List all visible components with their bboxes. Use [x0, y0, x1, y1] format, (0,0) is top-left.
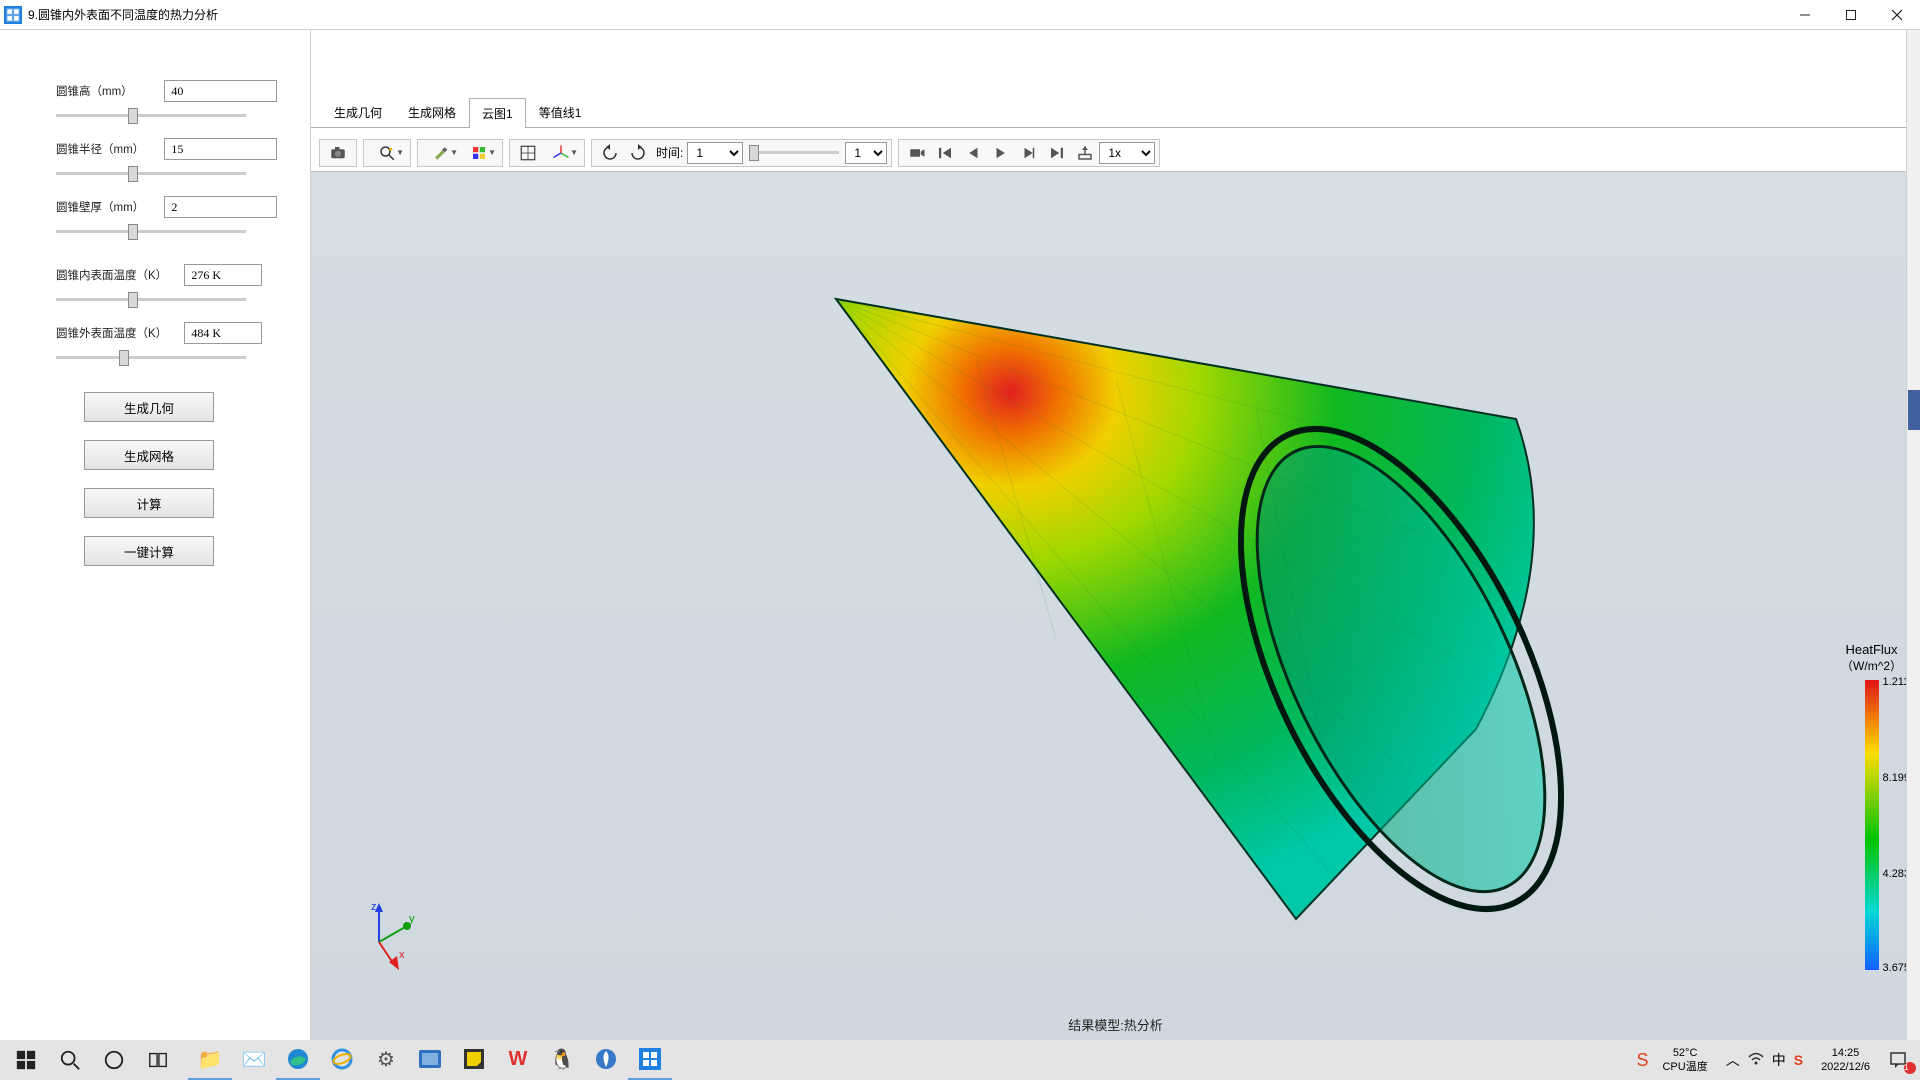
export-icon[interactable]	[1071, 141, 1099, 165]
legend-unit: （W/m^2）	[1841, 657, 1902, 674]
rotate-ccw-icon[interactable]	[596, 141, 624, 165]
taskbar-edge[interactable]	[276, 1040, 320, 1080]
taskbar-sim-app[interactable]	[628, 1040, 672, 1080]
outer-temp-label: 圆锥外表面温度（K）	[56, 325, 181, 341]
last-frame-icon[interactable]	[1043, 141, 1071, 165]
search-button[interactable]	[48, 1040, 92, 1080]
taskbar-wps[interactable]: W	[496, 1040, 540, 1080]
app-icon	[4, 6, 22, 24]
legend-colorbar: 1.211e+08 8.199e+07 4.283e+07 3.675e+06	[1865, 680, 1879, 970]
windows-taskbar: 📁 ✉️ ⚙ W 🐧 S 52°C CPU温度 ︿ 中 S 14:25 2022…	[0, 1040, 1920, 1080]
compute-button[interactable]: 计算	[84, 488, 214, 518]
color-legend: HeatFlux （W/m^2） 1.211e+08 8.199e+07 4.2…	[1841, 642, 1902, 970]
param-inner-temp: 圆锥内表面温度（K）	[56, 264, 290, 304]
outer-temp-input[interactable]	[184, 322, 262, 344]
step-spinner[interactable]: 1	[845, 142, 887, 164]
tray-cpu-temp[interactable]: 52°C CPU温度	[1652, 1046, 1717, 1074]
parameter-panel: 圆锥高（mm） 圆锥半径（mm） 圆锥壁厚（mm） 圆锥内表面温度（K） 圆锥外…	[0, 30, 310, 1040]
legend-title: HeatFlux	[1841, 642, 1902, 657]
svg-text:z: z	[371, 901, 377, 913]
wall-thickness-slider[interactable]	[56, 230, 246, 233]
speed-select[interactable]: 1x	[1099, 142, 1155, 164]
taskbar-mail[interactable]: ✉️	[232, 1040, 276, 1080]
tab-geometry[interactable]: 生成几何	[321, 97, 395, 127]
time-slider[interactable]	[749, 151, 839, 154]
tray-sogou2-icon[interactable]: S	[1794, 1052, 1803, 1068]
taskbar-security[interactable]	[408, 1040, 452, 1080]
inner-temp-slider[interactable]	[56, 298, 246, 301]
viewport-3d[interactable]: z y x 结果模型:热分析 HeatFlux （W/m^2） 1.211e+0…	[311, 172, 1920, 1040]
zoom-icon[interactable]: ▼	[368, 141, 406, 165]
rotate-cw-icon[interactable]	[624, 141, 652, 165]
cone-height-slider[interactable]	[56, 114, 246, 117]
cone-render	[656, 239, 1576, 939]
axis-triad-icon: z y x	[351, 900, 421, 970]
tray-chevron-up-icon[interactable]: ︿	[1726, 1050, 1740, 1070]
param-cone-radius: 圆锥半径（mm）	[56, 138, 290, 178]
title-bar: 9.圆锥内外表面不同温度的热力分析	[0, 0, 1920, 30]
action-center-button[interactable]: 1	[1880, 1040, 1916, 1080]
tab-mesh[interactable]: 生成网格	[395, 97, 469, 127]
task-view-button[interactable]	[136, 1040, 180, 1080]
time-label: 时间:	[656, 144, 683, 161]
taskbar-sticky[interactable]	[452, 1040, 496, 1080]
prev-frame-icon[interactable]	[959, 141, 987, 165]
taskbar-qq[interactable]: 🐧	[540, 1040, 584, 1080]
cone-radius-slider[interactable]	[56, 172, 246, 175]
axis-view-icon[interactable]: ▼	[542, 141, 580, 165]
generate-geometry-button[interactable]: 生成几何	[84, 392, 214, 422]
outer-temp-slider[interactable]	[56, 356, 246, 359]
wall-thickness-label: 圆锥壁厚（mm）	[56, 199, 161, 215]
svg-text:x: x	[399, 949, 405, 961]
svg-text:y: y	[409, 913, 415, 925]
first-frame-icon[interactable]	[931, 141, 959, 165]
inner-temp-label: 圆锥内表面温度（K）	[56, 267, 181, 283]
vertical-scrollbar[interactable]	[1906, 30, 1920, 1040]
param-outer-temp: 圆锥外表面温度（K）	[56, 322, 290, 362]
close-button[interactable]	[1874, 0, 1920, 30]
color-cube-icon[interactable]: ▼	[460, 141, 498, 165]
brush-icon[interactable]: ▼	[422, 141, 460, 165]
generate-mesh-button[interactable]: 生成网格	[84, 440, 214, 470]
tab-contour[interactable]: 等值线1	[526, 97, 595, 127]
wall-thickness-input[interactable]	[164, 196, 277, 218]
tray-ime-icon[interactable]: 中	[1772, 1050, 1786, 1070]
cone-radius-label: 圆锥半径（mm）	[56, 141, 161, 157]
tray-icons: ︿ 中 S	[1718, 1050, 1811, 1070]
taskbar-browser[interactable]	[584, 1040, 628, 1080]
taskbar-settings[interactable]: ⚙	[364, 1040, 408, 1080]
cone-height-input[interactable]	[164, 80, 277, 102]
maximize-button[interactable]	[1828, 0, 1874, 30]
tray-wifi-icon[interactable]	[1748, 1052, 1764, 1069]
start-button[interactable]	[4, 1040, 48, 1080]
camera-icon[interactable]	[324, 141, 352, 165]
tray-clock[interactable]: 14:25 2022/12/6	[1811, 1046, 1880, 1074]
param-wall-thickness: 圆锥壁厚（mm）	[56, 196, 290, 236]
taskbar-file-explorer[interactable]: 📁	[188, 1040, 232, 1080]
scrollbar-thumb[interactable]	[1908, 390, 1920, 430]
record-icon[interactable]	[903, 141, 931, 165]
play-icon[interactable]	[987, 141, 1015, 165]
result-area: 生成几何 生成网格 云图1 等值线1 ▼ ▼	[310, 30, 1920, 1040]
time-select[interactable]: 1	[687, 142, 743, 164]
viewport-toolbar: ▼ ▼ ▼ ▼	[311, 134, 1920, 172]
next-frame-icon[interactable]	[1015, 141, 1043, 165]
tray-sogou-icon[interactable]: S	[1636, 1050, 1648, 1071]
window-title: 9.圆锥内外表面不同温度的热力分析	[28, 6, 1782, 23]
minimize-button[interactable]	[1782, 0, 1828, 30]
one-click-compute-button[interactable]: 一键计算	[84, 536, 214, 566]
taskbar-ie[interactable]	[320, 1040, 364, 1080]
param-cone-height: 圆锥高（mm）	[56, 80, 290, 120]
fit-view-icon[interactable]	[514, 141, 542, 165]
tab-cloud[interactable]: 云图1	[469, 98, 526, 128]
result-tabs: 生成几何 生成网格 云图1 等值线1	[311, 100, 1920, 128]
cortana-button[interactable]	[92, 1040, 136, 1080]
inner-temp-input[interactable]	[184, 264, 262, 286]
cone-radius-input[interactable]	[164, 138, 277, 160]
cone-height-label: 圆锥高（mm）	[56, 83, 161, 99]
viewport-caption: 结果模型:热分析	[1068, 1015, 1163, 1034]
